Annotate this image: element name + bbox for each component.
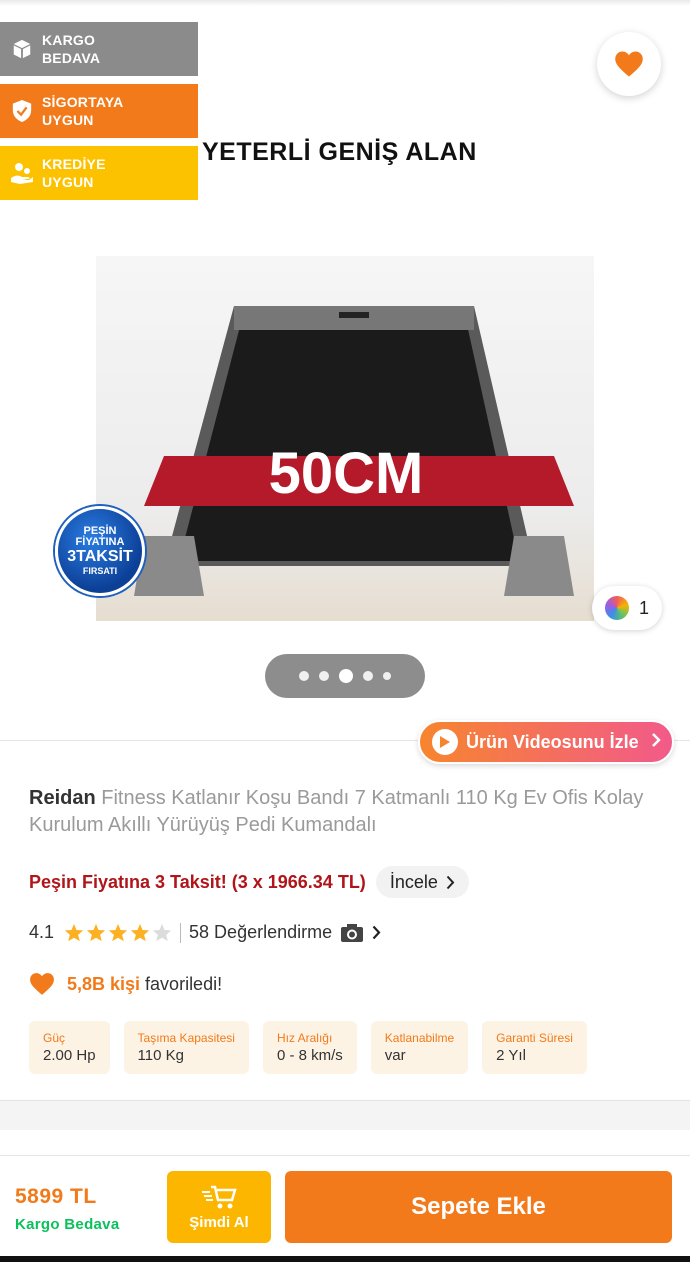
- heart-icon: [30, 973, 54, 995]
- pager-dot[interactable]: [383, 672, 391, 680]
- cart-fast-icon: [202, 1185, 237, 1208]
- spec-chip: Garanti Süresi 2 Yıl: [482, 1021, 587, 1074]
- badge-stack: KARGO BEDAVA SİGORTAYA UYGUN KREDİYE UYG…: [0, 22, 198, 208]
- buy-now-label: Şimdi Al: [189, 1213, 249, 1231]
- image-headline: YETERLİ GENİŞ ALAN: [202, 138, 477, 166]
- color-options-chip[interactable]: 1: [592, 586, 662, 630]
- treadmill-illustration: 50CM: [134, 306, 574, 596]
- add-to-cart-button[interactable]: Sepete Ekle: [285, 1171, 672, 1243]
- image-pager[interactable]: [265, 654, 425, 698]
- system-nav-bar: [0, 1256, 690, 1262]
- spec-label: Taşıma Kapasitesi: [137, 1031, 235, 1045]
- rating-score: 4.1: [29, 922, 55, 942]
- watch-video-button[interactable]: Ürün Videosunu İzle: [418, 720, 674, 764]
- chevron-right-icon: [446, 875, 455, 889]
- spec-value: 2 Yıl: [496, 1047, 526, 1064]
- product-gallery[interactable]: KARGO BEDAVA SİGORTAYA UYGUN KREDİYE UYG…: [0, 6, 690, 740]
- badge-label: SİGORTAYA UYGUN: [42, 94, 123, 128]
- spec-chip: Katlanabilme var: [370, 1021, 469, 1074]
- image-caption: 50CM: [269, 441, 424, 506]
- installment-promo: Peşin Fiyatına 3 Taksit! (3 x 1966.34 TL…: [29, 866, 469, 898]
- badge-label: KREDİYE UYGUN: [42, 156, 106, 190]
- heart-icon: [615, 51, 643, 77]
- bottom-action-bar: 5899 TL Kargo Bedava Şimdi Al Sepete Ekl…: [0, 1156, 690, 1256]
- color-palette-icon: [604, 596, 629, 620]
- badge-free-shipping: KARGO BEDAVA: [0, 22, 198, 76]
- spec-label: Güç: [43, 1031, 66, 1045]
- star-icon: [86, 923, 106, 942]
- price: 5899 TL: [15, 1185, 97, 1208]
- chevron-right-icon: [372, 925, 381, 940]
- product-name: Fitness Katlanır Koşu Bandı 7 Katmanlı 1…: [29, 787, 644, 836]
- camera-icon: [341, 923, 364, 942]
- pager-dot[interactable]: [299, 671, 309, 681]
- spec-chips: Güç 2.00 Hp Taşıma Kapasitesi 110 Kg Hız…: [29, 1021, 587, 1074]
- review-promo-label: İncele: [389, 871, 438, 892]
- spec-value: 2.00 Hp: [43, 1047, 96, 1064]
- section-strip: [0, 1130, 690, 1156]
- spec-value: 0 - 8 km/s: [276, 1047, 343, 1064]
- star-icon: [64, 923, 84, 942]
- product-title: Reidan Fitness Katlanır Koşu Bandı 7 Kat…: [29, 785, 669, 839]
- favorites-row: 5,8B kişi favoriledi!: [29, 972, 222, 996]
- shield-check-icon: [10, 99, 34, 123]
- spec-chip: Güç 2.00 Hp: [29, 1021, 110, 1074]
- rating-separator: [180, 922, 182, 943]
- product-image[interactable]: 50CM: [96, 256, 594, 621]
- spec-value: var: [384, 1047, 406, 1064]
- favorite-suffix: favoriledi!: [145, 973, 223, 994]
- pager-dot-active[interactable]: [339, 669, 353, 683]
- spec-label: Katlanabilme: [384, 1031, 455, 1045]
- chevron-right-icon: [651, 732, 661, 753]
- badge-credit: KREDİYE UYGUN: [0, 146, 198, 200]
- campaign-line3: 3TAKSİT: [67, 548, 133, 565]
- product-page: KARGO BEDAVA SİGORTAYA UYGUN KREDİYE UYG…: [0, 0, 690, 1262]
- campaign-line4: FIRSATI: [82, 566, 118, 576]
- hand-coins-icon: [10, 161, 34, 185]
- star-icon: [130, 923, 150, 942]
- campaign-line2: FİYATINA: [75, 536, 125, 548]
- play-icon: [432, 729, 458, 755]
- reviews-link[interactable]: 58 Değerlendirme: [189, 922, 381, 943]
- section-separator: [0, 1100, 690, 1130]
- pager-dot[interactable]: [363, 671, 373, 681]
- rating-row: 4.1 58 Değerlendirme: [29, 922, 381, 943]
- spec-label: Hız Aralığı: [276, 1031, 333, 1045]
- shipping-label: Kargo Bedava: [15, 1216, 120, 1233]
- box-icon: [10, 37, 34, 61]
- buy-now-button[interactable]: Şimdi Al: [167, 1171, 271, 1243]
- spec-label: Garanti Süresi: [496, 1031, 573, 1045]
- spec-chip: Hız Aralığı 0 - 8 km/s: [262, 1021, 357, 1074]
- badge-label: KARGO BEDAVA: [42, 32, 101, 66]
- star-icon: [108, 923, 128, 942]
- campaign-badge: PEŞİN FİYATINA 3TAKSİT FIRSATI: [55, 506, 145, 596]
- watch-video-label: Ürün Videosunu İzle: [466, 731, 639, 752]
- color-count: 1: [638, 597, 649, 618]
- installment-promo-text: Peşin Fiyatına 3 Taksit! (3 x 1966.34 TL…: [29, 871, 366, 892]
- badge-insurance: SİGORTAYA UYGUN: [0, 84, 198, 138]
- favorite-count: 5,8B kişi: [67, 973, 141, 994]
- star-empty-icon: [152, 923, 172, 942]
- product-brand[interactable]: Reidan: [29, 787, 96, 809]
- pager-dot[interactable]: [319, 671, 329, 681]
- spec-chip: Taşıma Kapasitesi 110 Kg: [123, 1021, 249, 1074]
- spec-value: 110 Kg: [137, 1047, 184, 1064]
- favorite-button[interactable]: [597, 32, 661, 96]
- review-count: 58 Değerlendirme: [189, 922, 333, 942]
- rating-stars: [64, 923, 172, 942]
- review-promo-button[interactable]: İncele: [375, 866, 469, 898]
